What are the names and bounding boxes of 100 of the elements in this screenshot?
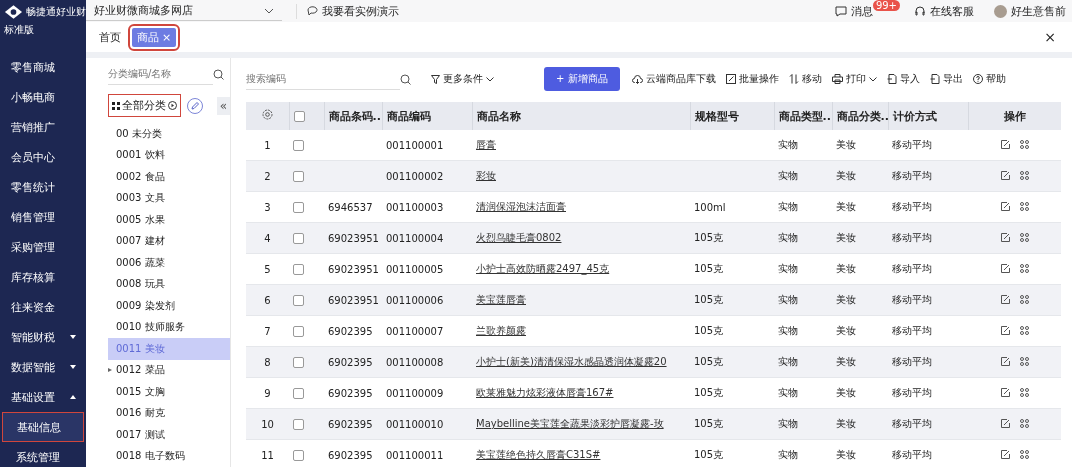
grid-icon[interactable] [1019, 356, 1029, 366]
grid-icon[interactable] [1019, 201, 1029, 211]
category-item[interactable]: 0017 测试 [108, 424, 230, 446]
category-item[interactable]: 0003 文具 [108, 187, 230, 209]
edit-icon[interactable] [1000, 325, 1010, 335]
toolbar-action[interactable]: 批量操作 [725, 72, 779, 86]
category-item[interactable]: 0018 电子数码 [108, 445, 230, 467]
category-item[interactable]: 0005 水果 [108, 209, 230, 231]
edit-icon[interactable] [187, 97, 203, 114]
toolbar-action[interactable]: 帮助 [972, 72, 1006, 86]
nav-item[interactable]: 零售商城 [2, 52, 84, 82]
edit-icon[interactable] [1000, 139, 1010, 149]
edit-icon[interactable] [1000, 387, 1010, 397]
column-header[interactable]: 操作 [968, 102, 1061, 130]
nav-item[interactable]: 基础设置 [2, 382, 84, 412]
nav-item[interactable]: 智能财税 [2, 322, 84, 352]
product-link[interactable]: 欧莱雅魅力炫彩液体唇膏167# [476, 387, 614, 398]
add-product-button[interactable]: + 新增商品 [544, 67, 620, 91]
product-link[interactable]: 清润保湿泡沫洁面膏 [476, 201, 566, 212]
category-item[interactable]: 0016 耐克 [108, 402, 230, 424]
grid-icon[interactable] [1019, 418, 1029, 428]
checkbox[interactable] [293, 201, 304, 213]
demo-link[interactable]: 我要看实例演示 [296, 3, 399, 19]
nav-item[interactable]: 采购管理 [2, 232, 84, 262]
nav-item[interactable]: 往来资金 [2, 292, 84, 322]
column-header[interactable]: 规格型号 [690, 102, 774, 130]
grid-icon[interactable] [1019, 170, 1029, 180]
checkbox[interactable] [293, 325, 304, 337]
edit-icon[interactable] [1000, 449, 1010, 459]
edit-icon[interactable] [1000, 263, 1010, 273]
edit-icon[interactable] [1000, 418, 1010, 428]
grid-icon[interactable] [1019, 294, 1029, 304]
category-item[interactable]: 0008 玩具 [108, 273, 230, 295]
checkbox[interactable] [293, 139, 304, 151]
checkbox[interactable] [293, 232, 304, 244]
grid-icon[interactable] [1019, 449, 1029, 459]
category-item[interactable]: 0009 染发剂 [108, 295, 230, 317]
category-item[interactable]: 0002 食品 [108, 166, 230, 188]
messages-link[interactable]: 消息 [834, 3, 873, 19]
search-field[interactable]: 搜索编码 [246, 68, 400, 90]
toolbar-action[interactable]: 导出 [929, 72, 963, 86]
nav-subitem[interactable]: 基础信息 [2, 412, 84, 442]
grid-icon[interactable] [1019, 387, 1029, 397]
close-icon[interactable]: × [1044, 29, 1056, 45]
column-header[interactable]: 商品类型.. [774, 102, 832, 130]
nav-item[interactable]: 数据智能 [2, 352, 84, 382]
category-search-field[interactable]: 分类编码/名称 [108, 63, 213, 85]
nav-item[interactable]: 库存核算 [2, 262, 84, 292]
user-name[interactable]: 好生意售前 [1011, 3, 1066, 19]
nav-item[interactable]: 营销推广 [2, 112, 84, 142]
category-item[interactable]: 0006 蔬菜 [108, 252, 230, 274]
checkbox[interactable] [293, 418, 304, 430]
checkbox[interactable] [293, 170, 304, 182]
product-link[interactable]: 兰歌养颜露 [476, 325, 526, 336]
category-item[interactable]: 0001 饮料 [108, 144, 230, 166]
column-header[interactable]: 计价方式 [888, 102, 968, 130]
column-header[interactable]: 商品条码.. [324, 102, 382, 130]
close-icon[interactable]: × [162, 30, 172, 44]
edit-icon[interactable] [1000, 170, 1010, 180]
category-item[interactable]: 0012 菜品 [108, 359, 230, 381]
checkbox[interactable] [293, 449, 304, 461]
nav-subitem[interactable]: 系统管理 [2, 442, 84, 467]
settings-icon[interactable] [261, 109, 273, 120]
checkbox[interactable] [293, 111, 305, 122]
checkbox[interactable] [293, 356, 304, 368]
checkbox[interactable] [293, 263, 304, 275]
service-link[interactable]: 在线客服 [914, 3, 974, 19]
nav-item[interactable]: 销售管理 [2, 202, 84, 232]
grid-icon[interactable] [1019, 325, 1029, 335]
filter-button[interactable]: 更多条件 [431, 72, 494, 86]
category-item[interactable]: 0010 技师服务 [108, 316, 230, 338]
store-dropdown[interactable]: 好业财微商城多网店 [86, 1, 282, 21]
product-link[interactable]: 彩妆 [476, 170, 496, 181]
product-link[interactable]: 火烈鸟睫毛膏0802 [476, 232, 562, 243]
category-item[interactable]: 0007 建材 [108, 230, 230, 252]
category-item[interactable]: 00 未分类 [108, 123, 230, 145]
category-item[interactable]: 0015 文胸 [108, 381, 230, 403]
nav-item[interactable]: 小畅电商 [2, 82, 84, 112]
toolbar-action[interactable]: 导入 [886, 72, 920, 86]
product-link[interactable]: 小护士高效防晒露2497_45克 [476, 263, 610, 274]
edit-icon[interactable] [1000, 201, 1010, 211]
grid-icon[interactable] [1019, 232, 1029, 242]
product-link[interactable]: 美宝莲绝色持久唇膏C31S# [476, 449, 601, 460]
nav-item[interactable]: 会员中心 [2, 142, 84, 172]
product-link[interactable]: 美宝莲唇膏 [476, 294, 526, 305]
toolbar-action[interactable]: 移动 [788, 72, 822, 86]
column-header[interactable]: 商品分类.. [832, 102, 888, 130]
edit-icon[interactable] [1000, 232, 1010, 242]
page-tab[interactable]: 首页 [94, 27, 126, 47]
grid-icon[interactable] [1019, 139, 1029, 149]
product-link[interactable]: 唇膏 [476, 139, 496, 150]
all-categories[interactable]: 全部分类 [108, 94, 181, 117]
column-header[interactable]: 商品编码 [382, 102, 472, 130]
edit-icon[interactable] [1000, 356, 1010, 366]
grid-icon[interactable] [1019, 263, 1029, 273]
checkbox[interactable] [293, 294, 304, 306]
collapse-button[interactable]: « [216, 96, 230, 115]
avatar[interactable] [994, 4, 1007, 18]
column-header[interactable]: 商品名称 [472, 102, 690, 130]
nav-item[interactable]: 零售统计 [2, 172, 84, 202]
